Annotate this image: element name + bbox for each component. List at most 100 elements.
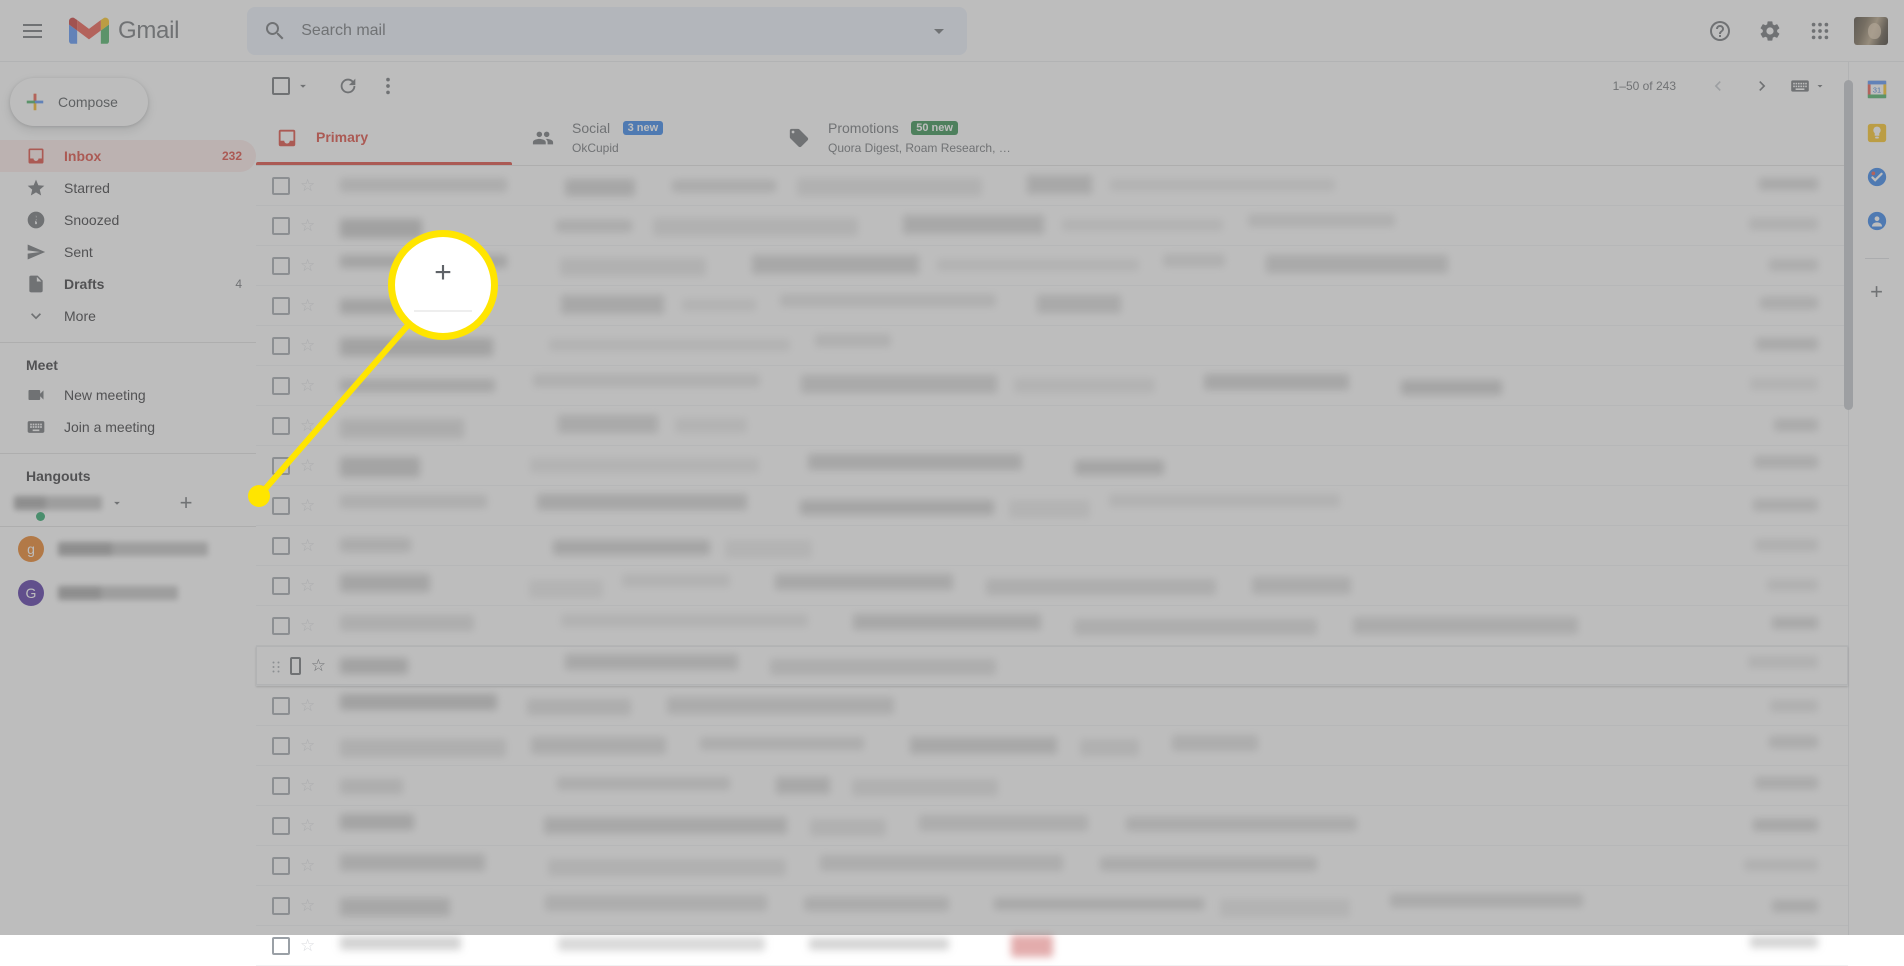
google-contacts-icon[interactable] (1866, 210, 1888, 232)
hangouts-add-contact-button[interactable]: + (174, 491, 198, 515)
tab-social[interactable]: Social 3 new OkCupid (512, 110, 768, 165)
table-row[interactable]: ☆ (256, 206, 1848, 246)
table-row[interactable]: ☆ (256, 806, 1848, 846)
row-content-redacted[interactable] (326, 166, 1848, 206)
help-icon[interactable] (1698, 9, 1742, 53)
row-content-redacted[interactable] (326, 926, 1848, 966)
list-item[interactable]: g (0, 527, 256, 571)
row-checkbox[interactable] (290, 657, 301, 675)
star-icon[interactable]: ☆ (300, 456, 315, 476)
sidebar-item-sent[interactable]: Sent (0, 236, 256, 268)
input-tools-button[interactable] (1786, 66, 1830, 106)
row-content-redacted[interactable] (326, 686, 1848, 726)
table-row[interactable]: ☆ (256, 766, 1848, 806)
table-row[interactable]: ☆ (256, 406, 1848, 446)
list-item[interactable]: G (0, 571, 256, 615)
row-checkbox[interactable] (272, 297, 290, 315)
row-checkbox[interactable] (272, 777, 290, 795)
star-icon[interactable]: ☆ (300, 616, 315, 636)
row-content-redacted[interactable] (326, 806, 1848, 846)
star-icon[interactable]: ☆ (300, 776, 315, 796)
row-content-redacted[interactable] (326, 326, 1848, 366)
star-icon[interactable]: ☆ (300, 936, 315, 956)
chevron-down-icon[interactable] (296, 79, 310, 93)
table-row[interactable]: ☆ (256, 646, 1848, 686)
drag-handle-icon[interactable] (272, 660, 280, 672)
row-checkbox[interactable] (272, 937, 290, 955)
tab-primary[interactable]: Primary (256, 110, 512, 165)
table-row[interactable]: ☆ (256, 286, 1848, 326)
row-checkbox[interactable] (272, 417, 290, 435)
star-icon[interactable]: ☆ (300, 216, 315, 236)
google-calendar-icon[interactable]: 31 (1866, 78, 1888, 100)
list-scrollbar[interactable] (1844, 80, 1856, 780)
star-icon[interactable]: ☆ (300, 176, 315, 196)
tab-promotions[interactable]: Promotions 50 new Quora Digest, Roam Res… (768, 110, 1188, 165)
chevron-left-icon[interactable] (1698, 66, 1738, 106)
star-icon[interactable]: ☆ (300, 736, 315, 756)
row-content-redacted[interactable] (326, 406, 1848, 446)
hamburger-menu-icon[interactable] (8, 7, 56, 55)
star-icon[interactable]: ☆ (300, 816, 315, 836)
table-row[interactable]: ☆ (256, 846, 1848, 886)
row-checkbox[interactable] (272, 737, 290, 755)
settings-gear-icon[interactable] (1748, 9, 1792, 53)
sidebar-item-new-meeting[interactable]: New meeting (0, 379, 256, 411)
more-vertical-icon[interactable] (368, 66, 408, 106)
row-checkbox[interactable] (272, 617, 290, 635)
star-icon[interactable]: ☆ (300, 416, 315, 436)
row-content-redacted[interactable] (326, 566, 1848, 606)
sidebar-item-inbox[interactable]: Inbox 232 (0, 140, 256, 172)
google-apps-grid-icon[interactable] (1798, 9, 1842, 53)
compose-button[interactable]: Compose (10, 78, 148, 126)
select-all-checkbox[interactable] (272, 77, 310, 95)
chevron-down-icon[interactable] (927, 19, 951, 43)
google-tasks-icon[interactable] (1866, 166, 1888, 188)
table-row[interactable]: ☆ (256, 926, 1848, 966)
star-icon[interactable]: ☆ (300, 256, 315, 276)
sidebar-item-snoozed[interactable]: Snoozed (0, 204, 256, 236)
star-icon[interactable]: ☆ (300, 896, 315, 916)
chevron-right-icon[interactable] (1742, 66, 1782, 106)
sidebar-item-drafts[interactable]: Drafts 4 (0, 268, 256, 300)
star-icon[interactable]: ☆ (300, 376, 315, 396)
google-keep-icon[interactable] (1866, 122, 1888, 144)
star-icon[interactable]: ☆ (300, 296, 315, 316)
search-bar[interactable] (247, 7, 967, 55)
table-row[interactable]: ☆ (256, 166, 1848, 206)
row-checkbox[interactable] (272, 257, 290, 275)
scrollbar-thumb[interactable] (1844, 80, 1853, 410)
row-checkbox[interactable] (272, 697, 290, 715)
row-content-redacted[interactable] (326, 766, 1848, 806)
row-content-redacted[interactable] (326, 606, 1848, 646)
row-checkbox[interactable] (272, 857, 290, 875)
chevron-down-icon[interactable] (110, 496, 124, 510)
star-icon[interactable]: ☆ (300, 496, 315, 516)
search-input[interactable] (301, 22, 927, 40)
star-icon[interactable]: ☆ (300, 576, 315, 596)
table-row[interactable]: ☆ (256, 686, 1848, 726)
row-checkbox[interactable] (272, 537, 290, 555)
table-row[interactable]: ☆ (256, 246, 1848, 286)
refresh-icon[interactable] (328, 66, 368, 106)
row-content-redacted[interactable] (326, 646, 1848, 686)
row-checkbox[interactable] (272, 217, 290, 235)
sidebar-item-join-meeting[interactable]: Join a meeting (0, 411, 256, 443)
sidebar-item-starred[interactable]: Starred (0, 172, 256, 204)
row-content-redacted[interactable] (326, 526, 1848, 566)
row-checkbox[interactable] (272, 457, 290, 475)
row-content-redacted[interactable] (326, 486, 1848, 526)
row-checkbox[interactable] (272, 177, 290, 195)
row-checkbox[interactable] (272, 817, 290, 835)
avatar[interactable] (1854, 17, 1888, 45)
table-row[interactable]: ☆ (256, 886, 1848, 926)
table-row[interactable]: ☆ (256, 486, 1848, 526)
add-on-plus-icon[interactable]: + (1870, 281, 1883, 303)
row-content-redacted[interactable] (326, 886, 1848, 926)
row-checkbox[interactable] (272, 897, 290, 915)
table-row[interactable]: ☆ (256, 566, 1848, 606)
row-content-redacted[interactable] (326, 446, 1848, 486)
row-content-redacted[interactable] (326, 246, 1848, 286)
row-checkbox[interactable] (272, 497, 290, 515)
row-content-redacted[interactable] (326, 366, 1848, 406)
